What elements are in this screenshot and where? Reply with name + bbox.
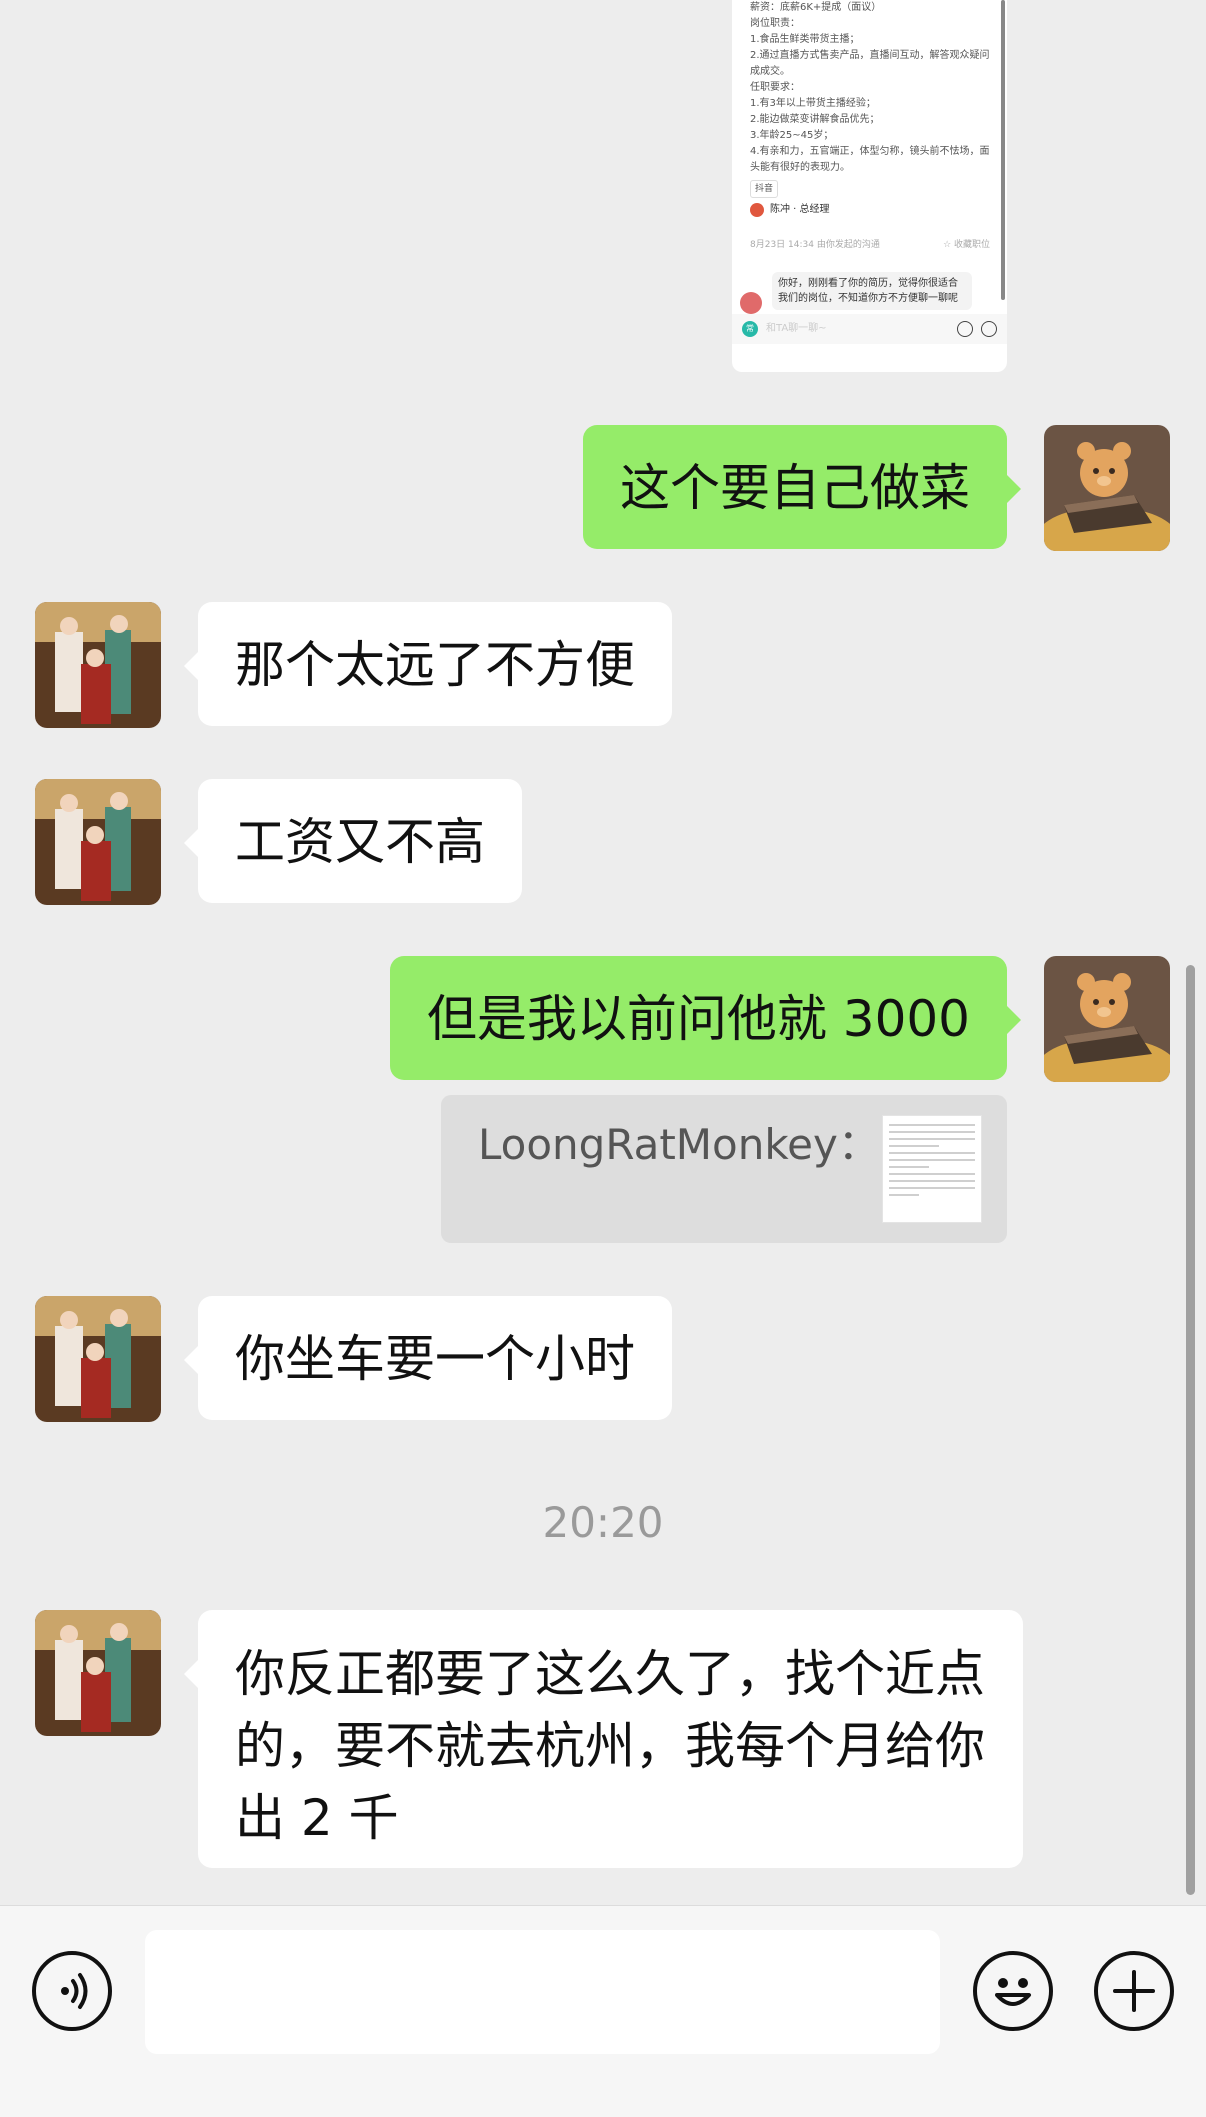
contact-avatar[interactable]: [35, 602, 161, 728]
screenshot-plus-icon: [981, 321, 997, 337]
quoted-sender: LoongRatMonkey：: [478, 1120, 880, 1169]
person-name: 陈冲 · 总经理: [770, 204, 830, 215]
screenshot-line: 1.食品生鲜类带货主播；: [750, 34, 860, 45]
quoted-message[interactable]: LoongRatMonkey：: [441, 1095, 1007, 1243]
group-photo-avatar-icon: [35, 779, 161, 905]
message-bubble-received[interactable]: 你坐车要一个小时: [184, 1296, 672, 1420]
screenshot-line: 2.能边做菜变讲解食品优先；: [750, 114, 880, 125]
emoji-button[interactable]: [973, 1951, 1053, 2031]
group-photo-avatar-icon: [35, 602, 161, 728]
input-toolbar: [0, 1905, 1206, 2117]
timestamp: 20:20: [542, 1498, 664, 1547]
message-text: 但是我以前问他就 3000: [426, 990, 970, 1048]
plus-icon: [1113, 1970, 1155, 2012]
quoted-image-thumbnail[interactable]: [882, 1115, 982, 1223]
screenshot-input-placeholder: 和TA聊一聊~: [766, 323, 827, 334]
screenshot-emoji-icon: [957, 321, 973, 337]
bear-cake-avatar-icon: [1044, 956, 1170, 1082]
screenshot-tag: 抖音: [750, 180, 779, 198]
screenshot-line: 1.有3年以上带货主播经验；: [750, 98, 876, 109]
chat-area: 薪资：底薪6K+提成（面议） 岗位职责： 1.食品生鲜类带货主播； 2.通过直播…: [0, 0, 1206, 1905]
screenshot-meta: 8月23日 14:34 由你发起的沟通 ☆ 收藏职位: [750, 237, 990, 253]
screenshot-text: 薪资：底薪6K+提成（面议） 岗位职责： 1.食品生鲜类带货主播； 2.通过直播…: [750, 0, 990, 198]
screenshot-msg-avatar: [740, 292, 762, 314]
screenshot-line: 岗位职责：: [750, 18, 800, 29]
screenshot-input-bar: 常 和TA聊一聊~: [732, 314, 1007, 344]
screenshot-line: 薪资：底薪6K+提成（面议）: [750, 2, 882, 13]
more-button[interactable]: [1094, 1951, 1174, 2031]
screenshot-scrollbar: [1001, 0, 1005, 300]
screenshot-person: 陈冲 · 总经理: [750, 202, 830, 218]
message-text: 工资又不高: [235, 813, 485, 871]
message-bubble-sent[interactable]: 但是我以前问他就 3000: [389, 956, 1022, 1080]
message-bubble-received[interactable]: 你反正都要了这么久了，找个近点的，要不就去杭州，我每个月给你出 2 千: [184, 1610, 1023, 1868]
my-avatar[interactable]: [1044, 956, 1170, 1082]
person-avatar: [750, 203, 764, 217]
screenshot-line: 3.年龄25~45岁；: [750, 130, 834, 141]
screenshot-input-icon: 常: [742, 321, 758, 337]
chat-scrollbar[interactable]: [1186, 965, 1195, 1895]
group-photo-avatar-icon: [35, 1610, 161, 1736]
screenshot-line: 任职要求：: [750, 82, 800, 93]
meta-left: 8月23日 14:34 由你发起的沟通: [750, 240, 880, 250]
voice-button[interactable]: [32, 1951, 112, 2031]
contact-avatar[interactable]: [35, 1610, 161, 1736]
message-input[interactable]: [145, 1930, 940, 2054]
contact-avatar[interactable]: [35, 1296, 161, 1422]
meta-right: ☆ 收藏职位: [943, 240, 990, 250]
screenshot-line: 成成交。: [750, 66, 790, 77]
message-text: 这个要自己做菜: [620, 459, 970, 517]
voice-icon: [61, 1973, 88, 2009]
message-text: 那个太远了不方便: [235, 636, 635, 694]
group-photo-avatar-icon: [35, 1296, 161, 1422]
contact-avatar[interactable]: [35, 779, 161, 905]
message-text: 你反正都要了这么久了，找个近点的，要不就去杭州，我每个月给你出 2 千: [235, 1645, 985, 1847]
message-text: 你坐车要一个小时: [235, 1330, 635, 1388]
shared-screenshot-image[interactable]: 薪资：底薪6K+提成（面议） 岗位职责： 1.食品生鲜类带货主播； 2.通过直播…: [732, 0, 1007, 372]
message-bubble-received[interactable]: 工资又不高: [184, 779, 522, 903]
screenshot-message: 你好，刚刚看了你的简历，觉得你很适合我们的岗位，不知道你方不方便聊一聊呢: [772, 272, 972, 310]
message-bubble-sent[interactable]: 这个要自己做菜: [583, 425, 1021, 549]
emoji-icon: [995, 1978, 1031, 2006]
screenshot-line: 2.通过直播方式售卖产品，直播间互动，解答观众疑问，达: [750, 50, 990, 61]
my-avatar[interactable]: [1044, 425, 1170, 551]
message-bubble-received[interactable]: 那个太远了不方便: [184, 602, 672, 726]
bear-cake-avatar-icon: [1044, 425, 1170, 551]
screenshot-line: 4.有亲和力，五官端正，体型匀称，镜头前不怯场，面对镜: [750, 146, 990, 157]
screenshot-line: 头能有很好的表现力。: [750, 162, 850, 173]
